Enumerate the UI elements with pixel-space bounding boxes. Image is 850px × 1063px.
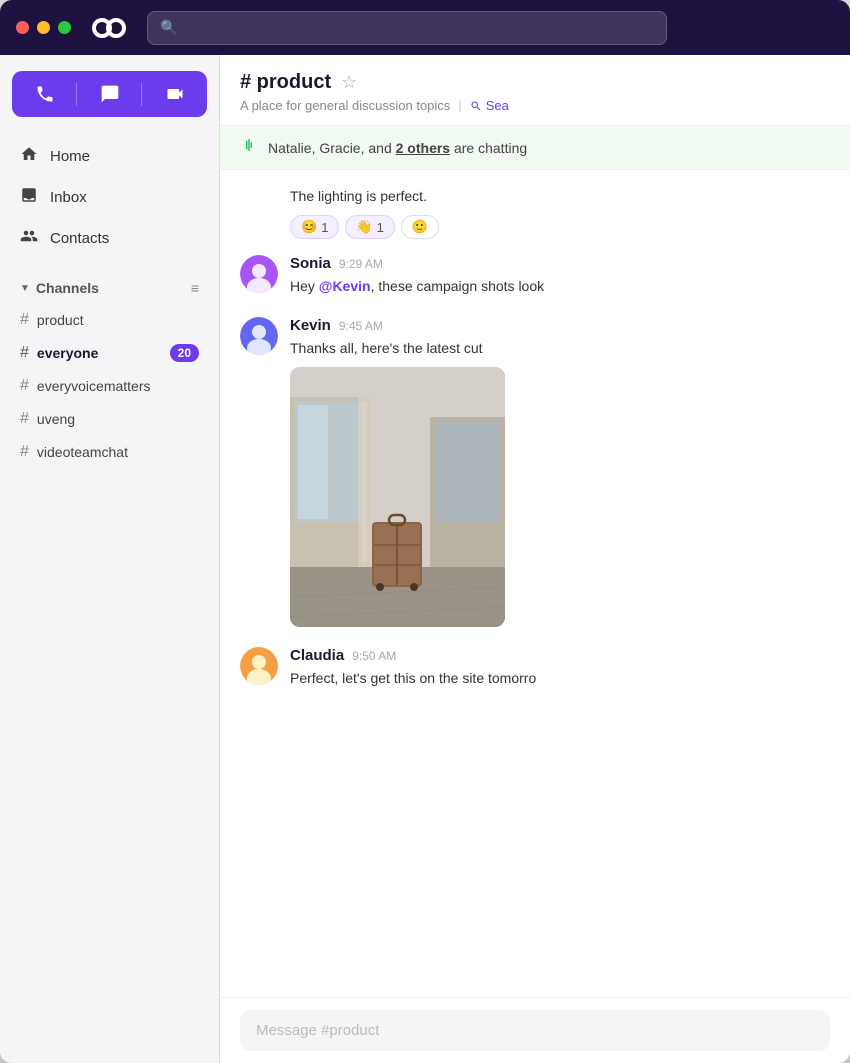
- live-bar: Natalie, Gracie, and 2 others are chatti…: [220, 126, 850, 170]
- message-sonia: Sonia 9:29 AM Hey @Kevin, these campaign…: [240, 255, 830, 297]
- reactions-lighting: 😊 1 👋 1 🙂: [290, 215, 830, 239]
- channel-item-videoteamchat-label: videoteamchat: [37, 444, 128, 460]
- sidebar-item-inbox-label: Inbox: [50, 189, 87, 206]
- chat-description: A place for general discussion topics: [240, 98, 450, 113]
- message-image-suitcase[interactable]: [290, 367, 505, 627]
- time-kevin: 9:45 AM: [339, 319, 383, 333]
- time-sonia: 9:29 AM: [339, 257, 383, 271]
- channel-item-everyvoicematters[interactable]: # everyvoicematters: [8, 370, 211, 402]
- messages-area: The lighting is perfect. 😊 1 👋 1 🙂: [220, 170, 850, 997]
- channel-item-videoteamchat[interactable]: # videoteamchat: [8, 436, 211, 468]
- message-input-wrap: [240, 1010, 830, 1051]
- sidebar: Home Inbox Contact: [0, 55, 220, 1063]
- reaction-smile[interactable]: 😊 1: [290, 215, 339, 239]
- app-logo: [91, 14, 127, 42]
- maximize-button[interactable]: [58, 21, 71, 34]
- channel-item-uveng-label: uveng: [37, 411, 75, 427]
- channel-item-everyone-label: everyone: [37, 345, 98, 361]
- channels-list: # product # everyone 20 # everyvoicematt…: [0, 304, 219, 468]
- search-bar[interactable]: 🔍: [147, 11, 667, 45]
- message-kevin: Kevin 9:45 AM Thanks all, here's the lat…: [240, 317, 830, 627]
- channels-section-label: Channels: [36, 280, 99, 296]
- chat-subtitle: A place for general discussion topics | …: [240, 98, 830, 113]
- channel-item-everyvoicematters-label: everyvoicematters: [37, 378, 151, 394]
- search-link[interactable]: Sea: [470, 98, 509, 113]
- channel-hash-icon: #: [20, 377, 29, 395]
- search-input[interactable]: [185, 20, 654, 36]
- message-input[interactable]: [256, 1022, 814, 1039]
- minimize-button[interactable]: [37, 21, 50, 34]
- live-suffix: are chatting: [450, 140, 527, 156]
- inbox-icon: [20, 186, 38, 209]
- action-buttons: [12, 71, 207, 117]
- channel-hash-icon: #: [20, 311, 29, 329]
- channel-item-everyone[interactable]: # everyone 20: [8, 337, 211, 369]
- reaction-wave-count: 1: [377, 220, 384, 235]
- author-sonia: Sonia: [290, 255, 331, 272]
- traffic-lights: [16, 21, 71, 34]
- channel-hash-icon: #: [20, 344, 29, 362]
- sidebar-item-home[interactable]: Home: [8, 137, 211, 176]
- search-icon: 🔍: [160, 19, 177, 36]
- chat-button[interactable]: [77, 71, 142, 117]
- reaction-smile-count: 1: [321, 220, 328, 235]
- chat-header: # product ☆ A place for general discussi…: [220, 55, 850, 126]
- avatar-claudia: [240, 647, 278, 685]
- message-claudia: Claudia 9:50 AM Perfect, let's get this …: [240, 647, 830, 689]
- channels-collapse-icon[interactable]: ▼: [20, 283, 30, 294]
- author-claudia: Claudia: [290, 647, 344, 664]
- author-kevin: Kevin: [290, 317, 331, 334]
- app-window: 🔍: [0, 0, 850, 1063]
- live-text: Natalie, Gracie, and 2 others are chatti…: [268, 140, 527, 156]
- live-others-link[interactable]: 2 others: [396, 140, 450, 156]
- reaction-add[interactable]: 🙂: [401, 215, 439, 239]
- live-names: Natalie, Gracie: [268, 140, 361, 156]
- message-lighting: The lighting is perfect. 😊 1 👋 1 🙂: [290, 186, 830, 239]
- title-bar: 🔍: [0, 0, 850, 55]
- reaction-wave[interactable]: 👋 1: [345, 215, 394, 239]
- star-icon[interactable]: ☆: [341, 72, 357, 93]
- channel-hash-icon: #: [20, 410, 29, 428]
- sidebar-item-contacts[interactable]: Contacts: [8, 219, 211, 258]
- channel-item-product[interactable]: # product: [8, 304, 211, 336]
- sidebar-item-home-label: Home: [50, 148, 90, 165]
- nav-items: Home Inbox Contact: [0, 137, 219, 258]
- chat-channel-name: # product: [240, 71, 331, 94]
- channel-item-uveng[interactable]: # uveng: [8, 403, 211, 435]
- channel-hash-icon: #: [20, 443, 29, 461]
- contacts-icon: [20, 227, 38, 250]
- message-lighting-text: The lighting is perfect.: [290, 186, 830, 207]
- text-sonia: Hey @Kevin, these campaign shots look: [290, 276, 830, 297]
- chat-area: # product ☆ A place for general discussi…: [220, 55, 850, 1063]
- avatar-sonia: [240, 255, 278, 293]
- close-button[interactable]: [16, 21, 29, 34]
- channels-menu-icon[interactable]: ≡: [191, 280, 199, 296]
- channel-item-product-label: product: [37, 312, 84, 328]
- main-content: Home Inbox Contact: [0, 55, 850, 1063]
- mention-kevin: @Kevin: [319, 278, 371, 294]
- time-claudia: 9:50 AM: [352, 649, 396, 663]
- video-button[interactable]: [142, 71, 207, 117]
- message-input-bar: [220, 997, 850, 1063]
- sidebar-item-inbox[interactable]: Inbox: [8, 178, 211, 217]
- live-icon: [240, 136, 258, 159]
- channel-badge-everyone: 20: [170, 344, 199, 362]
- avatar-kevin: [240, 317, 278, 355]
- call-button[interactable]: [12, 71, 77, 117]
- chat-title-row: # product ☆: [240, 71, 830, 94]
- home-icon: [20, 145, 38, 168]
- channels-section-header: ▼ Channels ≡: [0, 274, 219, 304]
- sidebar-item-contacts-label: Contacts: [50, 230, 109, 247]
- search-link-label: Sea: [486, 98, 509, 113]
- text-kevin: Thanks all, here's the latest cut: [290, 338, 830, 359]
- text-claudia: Perfect, let's get this on the site tomo…: [290, 668, 830, 689]
